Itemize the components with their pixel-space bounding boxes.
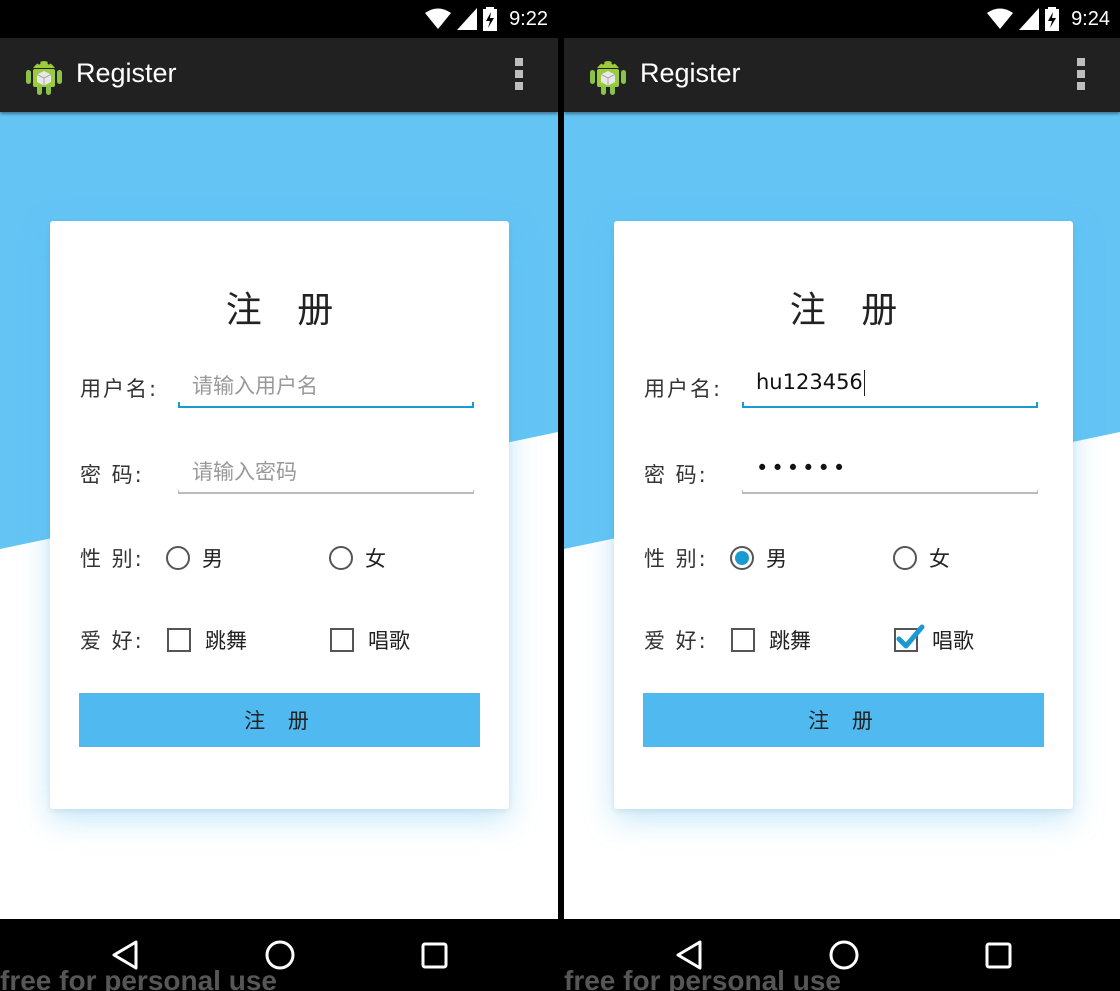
phone-screen-right: 9:24 Register 注 册 用户名: hu123456 密 码: •••… xyxy=(564,0,1120,991)
phone-screen-left: 9:22 Register 注 册 用户名: 请输入用户名 密 码: 请输入密码… xyxy=(0,0,558,991)
hobby-checkbox-sing[interactable]: 唱歌 xyxy=(894,624,974,655)
gender-option-label: 男 xyxy=(766,547,787,571)
hobby-checkbox-dance[interactable]: 跳舞 xyxy=(731,625,811,655)
hobby-option-label: 唱歌 xyxy=(932,629,974,653)
hobby-label: 爱 好: xyxy=(644,629,708,653)
hobby-option-label: 跳舞 xyxy=(769,629,811,653)
username-value: hu123456 xyxy=(756,370,865,396)
hobby-option-label: 唱歌 xyxy=(368,629,410,653)
form-title: 注 册 xyxy=(789,290,910,331)
gender-radio-female[interactable]: 女 xyxy=(893,543,950,573)
username-placeholder: 请输入用户名 xyxy=(192,374,318,398)
form-title: 注 册 xyxy=(225,290,346,331)
status-bar: 9:24 xyxy=(564,0,1120,38)
hobby-checkbox-dance[interactable]: 跳舞 xyxy=(167,625,247,655)
password-value: •••••• xyxy=(756,456,849,480)
battery-charging-icon xyxy=(483,7,498,31)
clock: 9:24 xyxy=(1071,7,1110,30)
gender-label: 性 别: xyxy=(80,547,144,571)
password-label: 密 码: xyxy=(80,463,144,487)
recents-icon[interactable] xyxy=(985,942,1012,969)
app-title: Register xyxy=(76,58,177,88)
register-card: 注 册 用户名: hu123456 密 码: •••••• 性 别: 男 女 爱… xyxy=(614,221,1073,809)
android-robot-icon xyxy=(590,61,626,95)
recents-icon[interactable] xyxy=(421,942,448,969)
password-label: 密 码: xyxy=(644,463,708,487)
radio-checked-icon xyxy=(730,546,754,570)
username-label: 用户名: xyxy=(644,377,723,401)
app-title: Register xyxy=(640,58,741,88)
signal-icon xyxy=(1019,8,1040,30)
gender-radio-male[interactable]: 男 xyxy=(730,543,787,573)
username-input[interactable]: hu123456 xyxy=(742,364,1038,408)
gender-radio-female[interactable]: 女 xyxy=(329,543,386,573)
watermark-text: free for personal use xyxy=(0,965,277,991)
gender-label: 性 别: xyxy=(644,547,708,571)
overflow-menu-icon[interactable] xyxy=(514,58,524,94)
register-card: 注 册 用户名: 请输入用户名 密 码: 请输入密码 性 别: 男 女 爱 好: xyxy=(50,221,509,809)
password-placeholder: 请输入密码 xyxy=(192,460,297,484)
username-label: 用户名: xyxy=(80,377,159,401)
navigation-bar: free for personal use xyxy=(564,919,1120,991)
checkbox-unchecked-icon xyxy=(330,628,354,652)
gender-option-label: 女 xyxy=(365,547,386,571)
signal-icon xyxy=(457,8,478,30)
checkbox-checked-icon xyxy=(894,624,925,652)
gender-option-label: 男 xyxy=(202,547,223,571)
register-button[interactable]: 注 册 xyxy=(79,693,480,747)
password-input[interactable]: •••••• xyxy=(742,450,1038,494)
wifi-icon xyxy=(987,8,1014,29)
android-robot-icon xyxy=(26,61,62,95)
clock: 9:22 xyxy=(509,7,548,30)
checkbox-unchecked-icon xyxy=(167,628,191,652)
overflow-menu-icon[interactable] xyxy=(1076,58,1086,94)
gender-radio-male[interactable]: 男 xyxy=(166,543,223,573)
username-input[interactable]: 请输入用户名 xyxy=(178,364,474,408)
app-bar: Register xyxy=(0,38,558,112)
content-area: 注 册 用户名: hu123456 密 码: •••••• 性 别: 男 女 爱… xyxy=(564,112,1120,919)
app-bar: Register xyxy=(564,38,1120,112)
content-area: 注 册 用户名: 请输入用户名 密 码: 请输入密码 性 别: 男 女 爱 好: xyxy=(0,112,558,919)
hobby-option-label: 跳舞 xyxy=(205,629,247,653)
wifi-icon xyxy=(425,8,452,29)
register-button[interactable]: 注 册 xyxy=(643,693,1044,747)
gender-option-label: 女 xyxy=(929,547,950,571)
checkbox-unchecked-icon xyxy=(731,628,755,652)
text-caret xyxy=(863,370,865,396)
radio-unchecked-icon xyxy=(893,546,917,570)
status-bar: 9:22 xyxy=(0,0,558,38)
password-input[interactable]: 请输入密码 xyxy=(178,450,474,494)
battery-charging-icon xyxy=(1045,7,1060,31)
navigation-bar: free for personal use xyxy=(0,919,558,991)
hobby-checkbox-sing[interactable]: 唱歌 xyxy=(330,625,410,655)
hobby-label: 爱 好: xyxy=(80,629,144,653)
radio-unchecked-icon xyxy=(166,546,190,570)
radio-unchecked-icon xyxy=(329,546,353,570)
watermark-text: free for personal use xyxy=(564,965,841,991)
